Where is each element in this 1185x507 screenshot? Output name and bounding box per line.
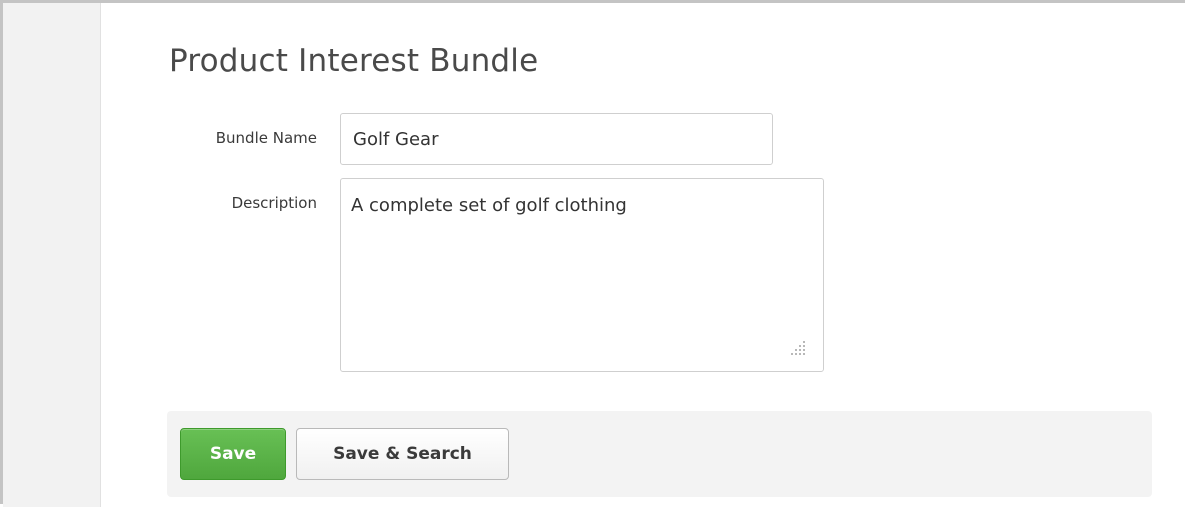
description-label: Description <box>231 194 317 212</box>
main-content: Product Interest Bundle Bundle Name Desc… <box>101 3 1185 504</box>
bundle-name-input[interactable] <box>340 113 773 165</box>
resize-handle-icon[interactable] <box>789 339 807 357</box>
save-button[interactable]: Save <box>180 428 286 480</box>
description-textarea[interactable]: A complete set of golf clothing <box>340 178 824 372</box>
bundle-name-label: Bundle Name <box>215 129 317 147</box>
left-gutter <box>3 3 101 507</box>
save-and-search-button[interactable]: Save & Search <box>296 428 509 480</box>
page-title: Product Interest Bundle <box>169 43 539 79</box>
app-frame: Product Interest Bundle Bundle Name Desc… <box>0 0 1185 507</box>
form-actions-bar: Save Save & Search <box>167 411 1152 497</box>
